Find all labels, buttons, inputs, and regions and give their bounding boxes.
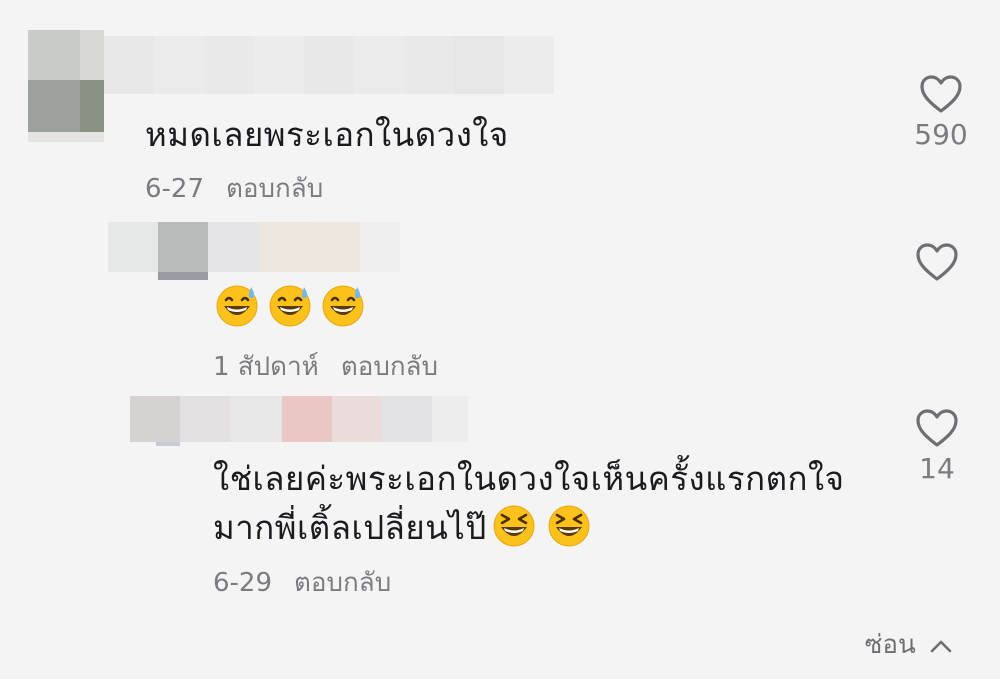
- like-button[interactable]: 590: [909, 74, 973, 151]
- like-button[interactable]: [905, 242, 969, 286]
- heart-icon: [920, 75, 962, 113]
- comment-text-line-1: ใช่เลยค่ะพระเอกในดวงใจเห็นครั้งแรกตกใจ: [213, 459, 845, 498]
- sweat-smile-emoji: [268, 284, 312, 332]
- grinning-squint-emoji: [492, 504, 536, 552]
- comment-text: หมดเลยพระเอกในดวงใจ: [145, 115, 509, 154]
- comment-meta: 1 สัปดาห์ ตอบกลับ: [213, 346, 438, 387]
- sweat-smile-emoji: [215, 284, 259, 332]
- comment-date: 1 สัปดาห์: [213, 352, 319, 382]
- comment-text-line-2-row: มากพี่เติ้ลเปลี่ยนไป๊: [213, 504, 591, 552]
- reply-button[interactable]: ตอบกลับ: [294, 568, 391, 598]
- comment-meta: 6-27 ตอบกลับ: [145, 168, 323, 209]
- heart-icon: [916, 409, 958, 447]
- comment-date: 6-27: [145, 174, 205, 204]
- grinning-squint-emoji: [547, 504, 591, 552]
- comment-text-line-2: มากพี่เติ้ลเปลี่ยนไป๊: [213, 508, 487, 547]
- heart-icon: [916, 243, 958, 281]
- emoji-row: [215, 284, 365, 332]
- comment-meta: 6-29 ตอบกลับ: [213, 562, 391, 603]
- comment-thread: หมดเลยพระเอกในดวงใจ 6-27 ตอบกลับ 590 1 ส…: [0, 0, 1000, 679]
- like-count: 590: [914, 118, 968, 151]
- reply-button[interactable]: ตอบกลับ: [341, 352, 438, 382]
- like-count: 14: [919, 452, 955, 485]
- like-button[interactable]: 14: [905, 408, 969, 485]
- chevron-up-icon: [930, 640, 952, 652]
- hide-replies-button[interactable]: ซ่อน: [865, 624, 952, 665]
- hide-replies-label: ซ่อน: [864, 630, 916, 660]
- sweat-smile-emoji: [321, 284, 365, 332]
- comment-date: 6-29: [213, 568, 273, 598]
- reply-button[interactable]: ตอบกลับ: [226, 174, 323, 204]
